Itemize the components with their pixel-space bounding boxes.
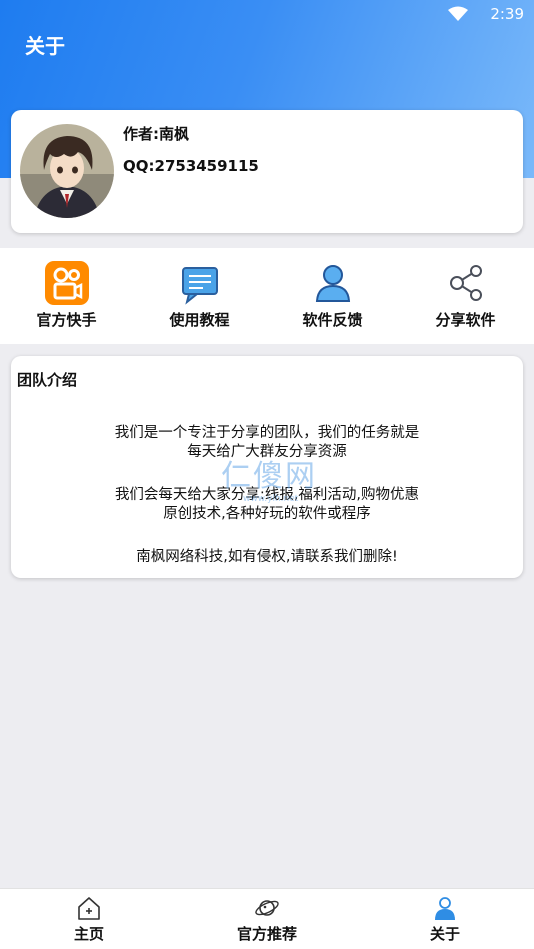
home-icon (78, 897, 100, 920)
avatar-image (20, 124, 114, 218)
bottom-nav: 主页 官方推荐 关于 (0, 888, 534, 949)
share-icon (449, 265, 482, 301)
action-label: 分享软件 (435, 311, 496, 329)
status-bar: 2:39 (0, 0, 534, 30)
kuaishou-icon (44, 261, 89, 305)
action-label: 使用教程 (169, 311, 230, 329)
action-label: 软件反馈 (302, 311, 363, 329)
team-intro-card: 团队介绍 我们是一个专注于分享的团队，我们的任务就是 每天给广大群友分享资源 我… (11, 356, 523, 578)
person-icon (435, 897, 455, 920)
nav-recommend[interactable]: 官方推荐 (207, 895, 327, 947)
author-qq[interactable]: QQ:2753459115 (123, 157, 259, 175)
author-name: 作者:南枫 (123, 125, 189, 143)
action-label: 官方快手 (36, 311, 97, 329)
action-share[interactable]: 分享软件 (399, 260, 532, 336)
tutorial-icon (181, 267, 218, 305)
status-time: 2:39 (490, 5, 524, 23)
action-feedback[interactable]: 软件反馈 (266, 260, 399, 336)
nav-label: 主页 (73, 925, 104, 943)
nav-label: 关于 (429, 925, 460, 943)
quick-actions: 官方快手 使用教程 软件反馈 分享软件 (0, 248, 534, 344)
action-tutorial[interactable]: 使用教程 (133, 260, 266, 336)
team-intro-line: 南枫网络科技,如有侵权,请联系我们删除! (136, 549, 398, 565)
action-official-kuaishou[interactable]: 官方快手 (0, 260, 133, 336)
watermark-url: www.ylh.net (243, 494, 299, 504)
watermark: 仁傻网 (221, 459, 317, 494)
author-card: 作者:南枫 QQ:2753459115 (11, 110, 523, 233)
team-intro-line: 原创技术,各种好玩的软件或程序 (163, 506, 371, 522)
wifi-icon (448, 6, 468, 21)
nav-about[interactable]: 关于 (385, 895, 505, 947)
planet-icon (255, 900, 279, 916)
feedback-icon (315, 265, 350, 302)
page-title: 关于 (25, 34, 65, 58)
nav-label: 官方推荐 (236, 925, 297, 943)
nav-home[interactable]: 主页 (29, 895, 149, 947)
team-intro-line: 我们是一个专注于分享的团队，我们的任务就是 (114, 425, 420, 441)
team-intro-title: 团队介绍 (17, 371, 78, 389)
avatar[interactable] (20, 124, 114, 218)
